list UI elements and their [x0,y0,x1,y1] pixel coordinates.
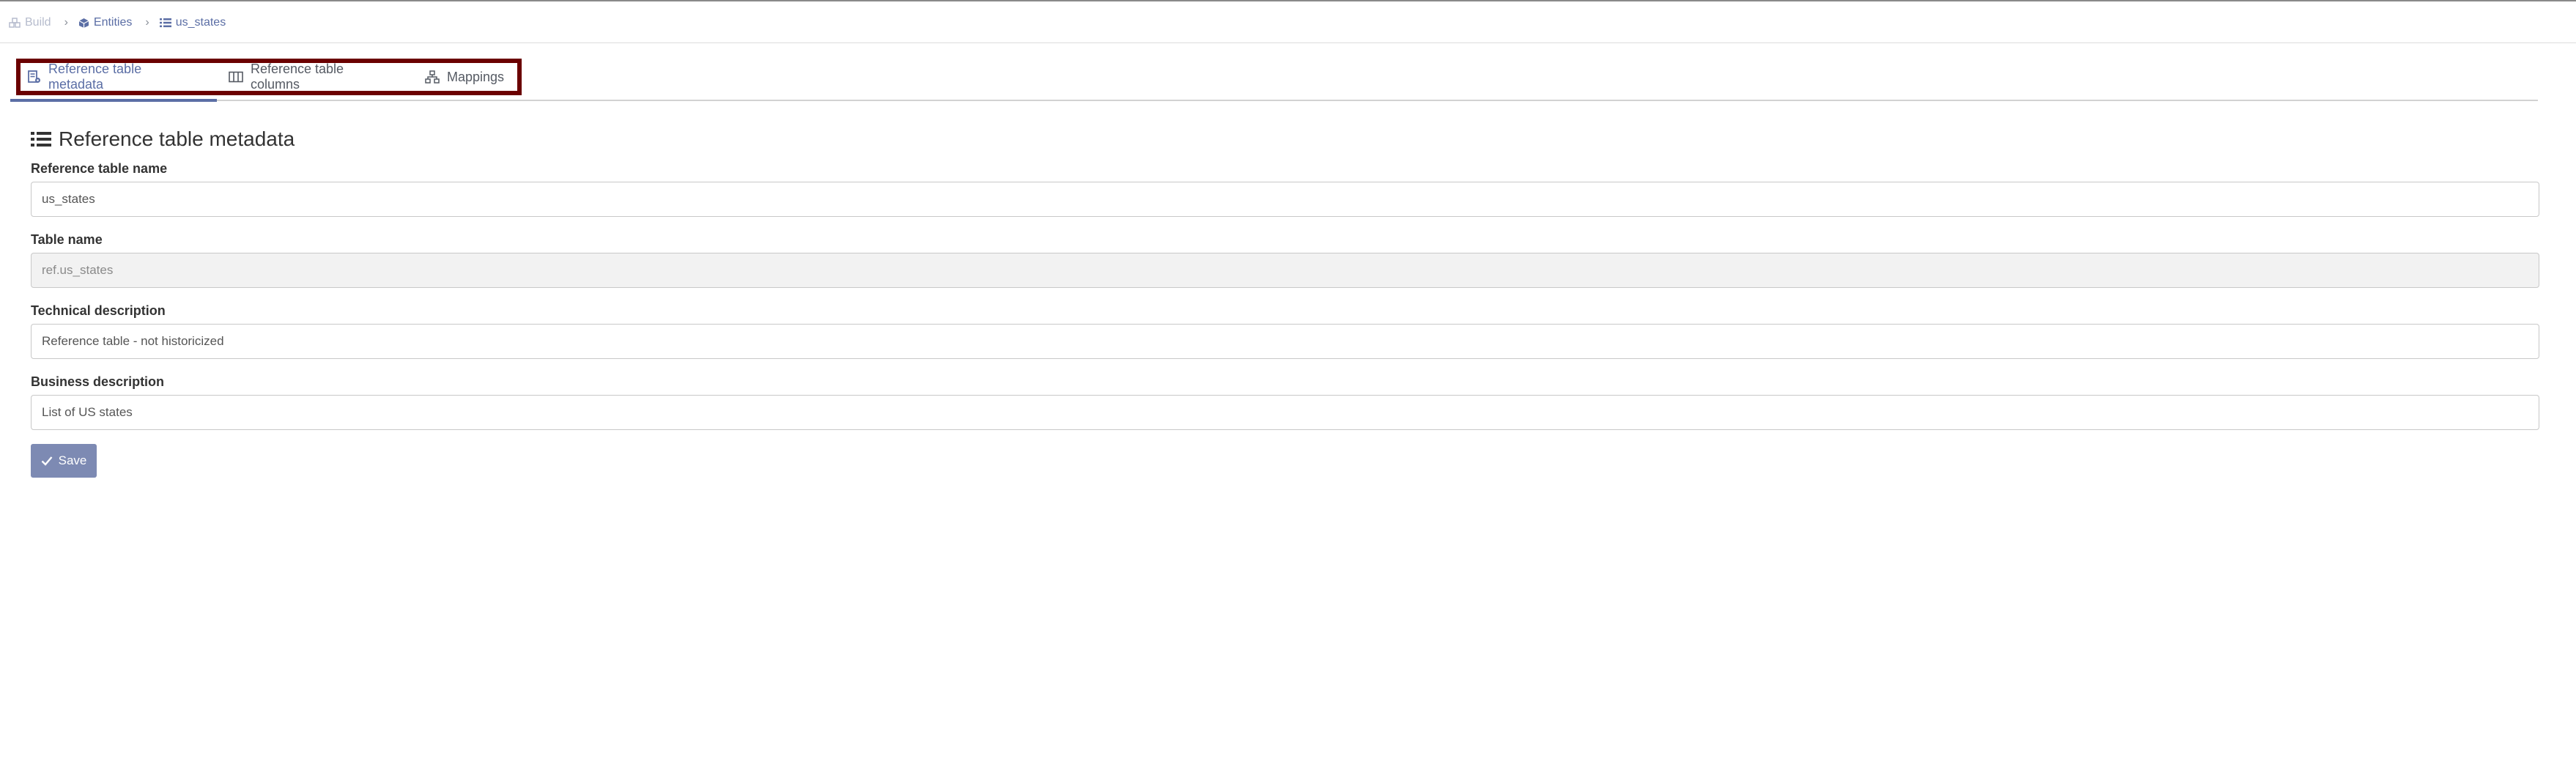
save-button[interactable]: Save [31,444,97,478]
tab-reference-table-columns[interactable]: Reference table columns [229,62,409,92]
list-icon [31,130,51,148]
tab-label: Reference table metadata [48,62,142,92]
save-button-label: Save [58,453,87,467]
reference-table-name-input[interactable] [31,182,2539,217]
tab-bar-underline [10,100,2538,101]
page: Build › Entities › us_states Reference t… [0,0,2576,778]
breadcrumb-separator: › [145,16,149,29]
business-description-input[interactable] [31,395,2539,430]
technical-description-label: Technical description [31,303,166,318]
active-tab-indicator [10,99,217,102]
business-description-label: Business description [31,374,165,389]
breadcrumb: Build › Entities › us_states [9,13,226,32]
section-title-text: Reference table metadata [59,127,295,150]
breadcrumb-item-build[interactable]: Build [9,16,51,29]
reference-table-name-label: Reference table name [31,161,168,176]
list-icon [159,18,171,28]
section-title: Reference table metadata [31,127,295,151]
breadcrumb-divider [0,42,2576,43]
breadcrumb-separator: › [64,16,68,29]
table-name-label: Table name [31,232,103,247]
breadcrumb-item-entities[interactable]: Entities [78,16,132,29]
tab-reference-table-metadata[interactable]: Reference table metadata [28,62,212,92]
table-name-input[interactable] [31,253,2539,288]
tab-mappings[interactable]: Mappings [425,63,517,91]
sitemap-icon [425,70,440,84]
tab-label: Mappings [446,69,504,84]
breadcrumb-label: us_states [175,16,226,29]
top-border [0,0,2576,1]
table-settings-icon [28,70,41,84]
tab-bar: Reference table metadata Reference table… [16,59,522,95]
breadcrumb-item-us-states[interactable]: us_states [159,16,226,29]
tab-label: Reference table columns [250,62,344,92]
cube-icon [78,18,89,29]
check-icon [41,456,53,466]
cubes-icon [9,18,21,28]
breadcrumb-label: Entities [93,16,133,29]
breadcrumb-label: Build [25,16,51,29]
columns-icon [229,71,243,83]
technical-description-input[interactable] [31,324,2539,359]
